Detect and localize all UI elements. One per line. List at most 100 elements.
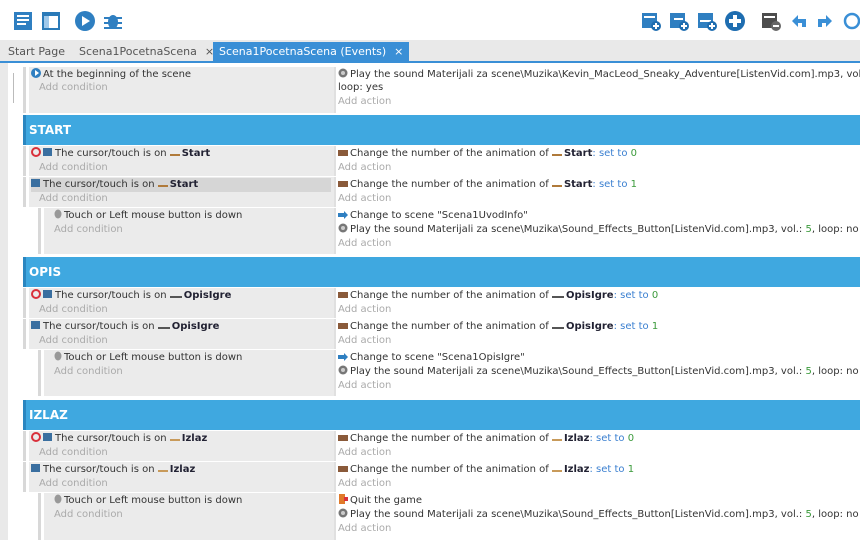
condition-area[interactable]: Touch or Left mouse button is down Add c… xyxy=(44,350,334,396)
cursor-icon xyxy=(43,147,53,161)
action[interactable]: Change the number of the animation of St… xyxy=(338,178,637,192)
condition-area[interactable]: The cursor/touch is on Izlaz Add conditi… xyxy=(29,431,334,461)
group-izlaz[interactable]: IZLAZ xyxy=(23,400,860,430)
object-icon xyxy=(157,321,170,334)
condition-area[interactable]: The cursor/touch is on OpisIgre Add cond… xyxy=(29,319,334,349)
event-scene-start[interactable]: At the beginning of the scene Add condit… xyxy=(23,67,860,113)
condition-area[interactable]: Touch or Left mouse button is down Add c… xyxy=(44,493,334,540)
subevent-izlaz-click[interactable]: Touch or Left mouse button is down Add c… xyxy=(38,493,860,540)
tab-start-page[interactable]: Start Page xyxy=(2,43,71,61)
event-opis-hover-not[interactable]: The cursor/touch is on OpisIgre Add cond… xyxy=(23,319,860,349)
add-action-link[interactable]: Add action xyxy=(338,161,391,174)
action-area[interactable]: Change to scene "Scena1UvodInfo" Play th… xyxy=(336,208,860,254)
add-action-link[interactable]: Add action xyxy=(338,477,391,490)
condition[interactable]: The cursor/touch is on Start xyxy=(31,147,210,161)
add-action-link[interactable]: Add action xyxy=(338,237,391,250)
add-condition-link[interactable]: Add condition xyxy=(39,192,108,205)
action-area[interactable]: Change the number of the animation of Iz… xyxy=(336,462,860,492)
condition[interactable]: The cursor/touch is on OpisIgre xyxy=(31,289,231,303)
add-condition-link[interactable]: Add condition xyxy=(39,477,108,490)
add-other-icon[interactable] xyxy=(724,10,746,32)
cursor-icon xyxy=(31,178,41,192)
add-action-link[interactable]: Add action xyxy=(338,192,391,205)
condition[interactable]: At the beginning of the scene xyxy=(31,68,191,82)
tab-scene-events[interactable]: Scena1PocetnaScena (Events) × xyxy=(213,42,410,62)
event-start-hover[interactable]: The cursor/touch is on Start Add conditi… xyxy=(23,146,860,176)
add-action-link[interactable]: Add action xyxy=(338,446,391,459)
add-condition-link[interactable]: Add condition xyxy=(39,303,108,316)
condition-area[interactable]: The cursor/touch is on OpisIgre Add cond… xyxy=(29,288,334,318)
event-izlaz-hover[interactable]: The cursor/touch is on Izlaz Add conditi… xyxy=(23,431,860,461)
action-area[interactable]: Change the number of the animation of Op… xyxy=(336,288,860,318)
condition[interactable]: The cursor/touch is on Izlaz xyxy=(31,432,207,446)
condition[interactable]: The cursor/touch is on OpisIgre xyxy=(31,320,219,334)
condition[interactable]: The cursor/touch is on Start xyxy=(31,178,331,192)
condition[interactable]: Touch or Left mouse button is down xyxy=(54,209,242,223)
action[interactable]: Play the sound Materijali za scene\Muzik… xyxy=(338,223,859,237)
action[interactable]: Change the number of the animation of Iz… xyxy=(338,463,634,477)
condition-area[interactable]: The cursor/touch is on Izlaz Add conditi… xyxy=(29,462,334,492)
action[interactable]: Play the sound Materijali za scene\Muzik… xyxy=(338,365,859,379)
undo-icon[interactable] xyxy=(788,10,810,32)
action-area[interactable]: Change to scene "Scena1OpisIgre" Play th… xyxy=(336,350,860,396)
action-area[interactable]: Change the number of the animation of Iz… xyxy=(336,431,860,461)
condition[interactable]: Touch or Left mouse button is down xyxy=(54,351,242,365)
condition-area[interactable]: Touch or Left mouse button is down Add c… xyxy=(44,208,334,254)
add-event-icon[interactable] xyxy=(640,10,662,32)
action[interactable]: Change the number of the animation of St… xyxy=(338,147,637,161)
condition[interactable]: The cursor/touch is on Izlaz xyxy=(31,463,195,477)
action[interactable]: Change the number of the animation of Op… xyxy=(338,320,658,334)
group-edge xyxy=(23,257,26,287)
add-condition-link[interactable]: Add condition xyxy=(39,334,108,347)
subevent-start-click[interactable]: Touch or Left mouse button is down Add c… xyxy=(38,208,860,254)
event-opis-hover[interactable]: The cursor/touch is on OpisIgre Add cond… xyxy=(23,288,860,318)
delete-event-icon[interactable] xyxy=(760,10,782,32)
add-condition-link[interactable]: Add condition xyxy=(54,508,123,521)
condition[interactable]: Touch or Left mouse button is down xyxy=(54,494,242,508)
event-izlaz-hover-not[interactable]: The cursor/touch is on Izlaz Add conditi… xyxy=(23,462,860,492)
action[interactable]: Quit the game xyxy=(338,494,422,508)
action[interactable]: Play the sound Materijali za scene\Muzik… xyxy=(338,68,860,82)
action-area[interactable]: Play the sound Materijali za scene\Muzik… xyxy=(336,67,860,113)
debug-bug-icon[interactable] xyxy=(102,10,124,32)
event-start-hover-not[interactable]: The cursor/touch is on Start Add conditi… xyxy=(23,177,860,207)
action-area[interactable]: Change the number of the animation of St… xyxy=(336,146,860,176)
add-condition-link[interactable]: Add condition xyxy=(39,161,108,174)
sound-path: Materijali za scene\Muzika\Sound_Effects… xyxy=(427,366,775,377)
events-sheet-icon[interactable] xyxy=(12,10,34,32)
condition-area[interactable]: The cursor/touch is on Start Add conditi… xyxy=(29,177,334,207)
group-start[interactable]: START xyxy=(23,115,860,145)
action[interactable]: Change to scene "Scena1UvodInfo" xyxy=(338,209,528,223)
group-opis[interactable]: OPIS xyxy=(23,257,860,287)
close-icon[interactable]: × xyxy=(394,45,403,58)
add-condition-link[interactable]: Add condition xyxy=(39,81,108,94)
add-action-link[interactable]: Add action xyxy=(338,95,391,108)
add-action-link[interactable]: Add action xyxy=(338,522,391,535)
action[interactable]: Change the number of the animation of Op… xyxy=(338,289,658,303)
action-area[interactable]: Change the number of the animation of Op… xyxy=(336,319,860,349)
search-icon[interactable] xyxy=(842,10,860,32)
vol-label: , vol.: xyxy=(774,366,806,377)
add-action-link[interactable]: Add action xyxy=(338,303,391,316)
redo-icon[interactable] xyxy=(814,10,836,32)
subevent-opis-click[interactable]: Touch or Left mouse button is down Add c… xyxy=(38,350,860,396)
condition-area[interactable]: At the beginning of the scene Add condit… xyxy=(29,67,334,113)
action-area[interactable]: Change the number of the animation of St… xyxy=(336,177,860,207)
add-comment-icon[interactable] xyxy=(696,10,718,32)
add-condition-link[interactable]: Add condition xyxy=(54,223,123,236)
add-condition-link[interactable]: Add condition xyxy=(54,365,123,378)
play-preview-icon[interactable] xyxy=(74,10,96,32)
condition-area[interactable]: The cursor/touch is on Start Add conditi… xyxy=(29,146,334,176)
sound-path: Materijali za scene\Muzika\Sound_Effects… xyxy=(427,509,775,520)
event-edge xyxy=(23,431,26,461)
action[interactable]: Change to scene "Scena1OpisIgre" xyxy=(338,351,525,365)
action[interactable]: Play the sound Materijali za scene\Muzik… xyxy=(338,508,859,522)
add-condition-link[interactable]: Add condition xyxy=(39,446,108,459)
tab-scene[interactable]: Scena1PocetnaScena × xyxy=(73,43,220,61)
layout-icon[interactable] xyxy=(40,10,62,32)
action-area[interactable]: Quit the game Play the sound Materijali … xyxy=(336,493,860,540)
add-subevent-icon[interactable] xyxy=(668,10,690,32)
add-action-link[interactable]: Add action xyxy=(338,379,391,392)
add-action-link[interactable]: Add action xyxy=(338,334,391,347)
action[interactable]: Change the number of the animation of Iz… xyxy=(338,432,634,446)
